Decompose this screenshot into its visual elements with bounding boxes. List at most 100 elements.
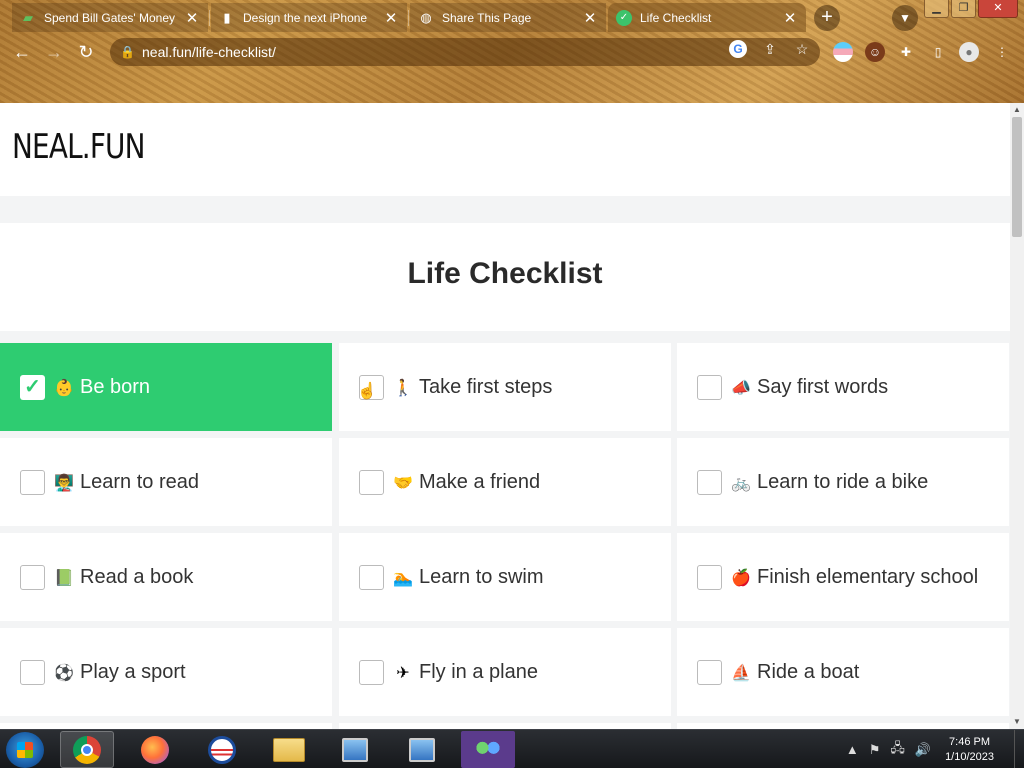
start-button[interactable] — [6, 732, 44, 768]
obama-logo-icon — [208, 735, 236, 764]
tab-spend-bill-gates-money[interactable]: ▰ Spend Bill Gates' Money ✕ — [12, 3, 208, 32]
taskbar-network-setup[interactable] — [328, 731, 382, 768]
item-label: Fly in a plane — [419, 660, 538, 683]
forward-arrow-icon[interactable]: → — [42, 40, 66, 64]
extension-avatar-icon[interactable]: ☺ — [865, 42, 885, 62]
reload-icon[interactable]: ↻ — [74, 40, 98, 64]
taskbar-firefox[interactable] — [128, 731, 182, 768]
checklist-item[interactable]: 🚲 Learn to ride a bike — [677, 438, 1009, 526]
tab-title: Share This Page — [442, 10, 532, 25]
checklist-item[interactable]: 🏊 Learn to swim — [339, 533, 671, 621]
checkbox[interactable] — [697, 564, 722, 590]
tab-close-icon[interactable]: ✕ — [184, 9, 200, 27]
checklist-item[interactable]: 🍎 Finish elementary school — [677, 533, 1009, 621]
new-tab-button[interactable]: + — [814, 5, 840, 31]
item-label: Learn to read — [80, 470, 199, 493]
checkbox[interactable] — [20, 659, 45, 685]
taskbar-people-app[interactable] — [461, 731, 515, 768]
soccer-ball-icon: ⚽ — [54, 662, 74, 682]
tab-life-checklist[interactable]: ✓ Life Checklist ✕ — [608, 3, 806, 32]
firefox-icon — [141, 735, 169, 764]
computer-network-icon — [342, 737, 368, 762]
google-icon[interactable]: G — [729, 40, 747, 58]
scroll-down-arrow-icon[interactable]: ▼ — [1010, 715, 1024, 729]
show-hidden-icons-arrow-icon[interactable]: ▲ — [846, 742, 859, 757]
clock-time: 7:46 PM — [949, 735, 991, 748]
apple-icon: 🍎 — [731, 567, 751, 587]
clock[interactable]: 7:46 PM 1/10/2023 — [945, 735, 994, 765]
side-panel-icon[interactable]: ▯ — [928, 42, 948, 62]
tab-strip: ▰ Spend Bill Gates' Money ✕ ▮ Design the… — [0, 0, 1024, 34]
tab-share-this-page[interactable]: ◍ Share This Page ✕ — [410, 3, 606, 32]
checkbox[interactable]: ✓ — [20, 374, 45, 400]
close-window-button[interactable]: ✕ — [978, 0, 1018, 18]
checklist-item[interactable]: 👨‍🏫 Learn to read — [0, 438, 332, 526]
checklist-item[interactable]: 🤝 Make a friend — [339, 438, 671, 526]
checkbox[interactable] — [359, 469, 384, 495]
hand-pointer-cursor-icon: ☝ — [357, 383, 377, 400]
scroll-up-arrow-icon[interactable]: ▲ — [1010, 103, 1024, 117]
menu-kebab-icon[interactable]: ⋮ — [992, 42, 1012, 62]
people-icon — [474, 738, 502, 761]
checklist-item[interactable]: 🚶 Take first steps — [339, 343, 671, 431]
tab-separator — [408, 10, 409, 26]
page-scrollbar[interactable]: ▲ ▼ — [1010, 103, 1024, 729]
taskbar-obama-app[interactable] — [195, 731, 249, 768]
tab-separator — [209, 10, 210, 26]
tab-search-chevron-icon[interactable]: ▼ — [892, 5, 918, 31]
show-desktop-button[interactable] — [1014, 730, 1024, 768]
address-bar[interactable]: 🔒 neal.fun/life-checklist/ — [110, 38, 820, 66]
scrollbar-thumb[interactable] — [1012, 117, 1022, 237]
item-label: Make a friend — [419, 470, 541, 493]
checklist-item[interactable]: 📗 Read a book — [0, 533, 332, 621]
site-header: NEAL.FUN — [0, 103, 1010, 196]
share-icon[interactable]: ⇪ — [761, 40, 779, 58]
checklist-item[interactable]: ✈ Fly in a plane — [339, 628, 671, 716]
item-label: Learn to swim — [419, 565, 544, 588]
tab-title: Design the next iPhone — [243, 10, 368, 25]
minimize-button[interactable]: ▁ — [924, 0, 949, 18]
chrome-icon — [73, 735, 101, 764]
checkmark-icon: ✓ — [24, 376, 41, 398]
volume-icon[interactable]: 🔊 — [915, 742, 931, 758]
item-label: Play a sport — [80, 660, 186, 683]
checkbox[interactable] — [359, 564, 384, 590]
checkbox[interactable] — [697, 659, 722, 685]
tab-title: Life Checklist — [640, 10, 712, 25]
window-controls: ▁ ❐ ✕ — [922, 0, 1018, 18]
checkbox[interactable] — [697, 374, 722, 400]
site-logo[interactable]: NEAL.FUN — [12, 127, 146, 167]
profile-avatar-icon[interactable]: ● — [959, 42, 979, 62]
checkbox[interactable] — [20, 564, 45, 590]
restore-button[interactable]: ❐ — [951, 0, 976, 18]
checklist-item[interactable]: ⛵ Ride a boat — [677, 628, 1009, 716]
network-icon[interactable]: 🖧 — [890, 739, 905, 761]
os-taskbar: ▲ ⚑ 🖧 🔊 7:46 PM 1/10/2023 — [0, 729, 1024, 768]
tab-design-next-iphone[interactable]: ▮ Design the next iPhone ✕ — [211, 3, 407, 32]
checkbox[interactable] — [697, 469, 722, 495]
tab-close-icon[interactable]: ✕ — [782, 9, 798, 27]
back-arrow-icon[interactable]: ← — [10, 40, 34, 64]
checklist-item[interactable]: ✓ 👶 Be born — [0, 343, 332, 431]
browser-chrome: ▰ Spend Bill Gates' Money ✕ ▮ Design the… — [0, 0, 1024, 103]
taskbar-network-setup-2[interactable] — [395, 731, 449, 768]
checklist-item[interactable]: 📣 Say first words — [677, 343, 1009, 431]
extensions-puzzle-icon[interactable]: ✚ — [896, 42, 916, 62]
bicycle-icon: 🚲 — [731, 472, 751, 492]
swimmer-icon: 🏊 — [393, 567, 413, 587]
taskbar-chrome[interactable] — [60, 731, 114, 768]
checkbox[interactable] — [20, 469, 45, 495]
taskbar-file-explorer[interactable] — [262, 731, 316, 768]
checkbox[interactable] — [359, 659, 384, 685]
action-center-flag-icon[interactable]: ⚑ — [869, 742, 881, 758]
page-viewport: NEAL.FUN Life Checklist ✓ 👶 Be born 🚶 Ta… — [0, 103, 1010, 729]
system-tray: ▲ ⚑ 🖧 🔊 7:46 PM 1/10/2023 — [846, 730, 1024, 768]
globe-icon: ◍ — [420, 9, 432, 25]
baby-icon: 👶 — [54, 377, 74, 397]
bookmark-star-icon[interactable]: ☆ — [793, 40, 811, 58]
item-label: Read a book — [80, 565, 194, 588]
tab-close-icon[interactable]: ✕ — [383, 9, 399, 27]
checklist-item[interactable]: ⚽ Play a sport — [0, 628, 332, 716]
extension-flag-icon[interactable] — [833, 42, 853, 62]
tab-close-icon[interactable]: ✕ — [582, 9, 598, 27]
